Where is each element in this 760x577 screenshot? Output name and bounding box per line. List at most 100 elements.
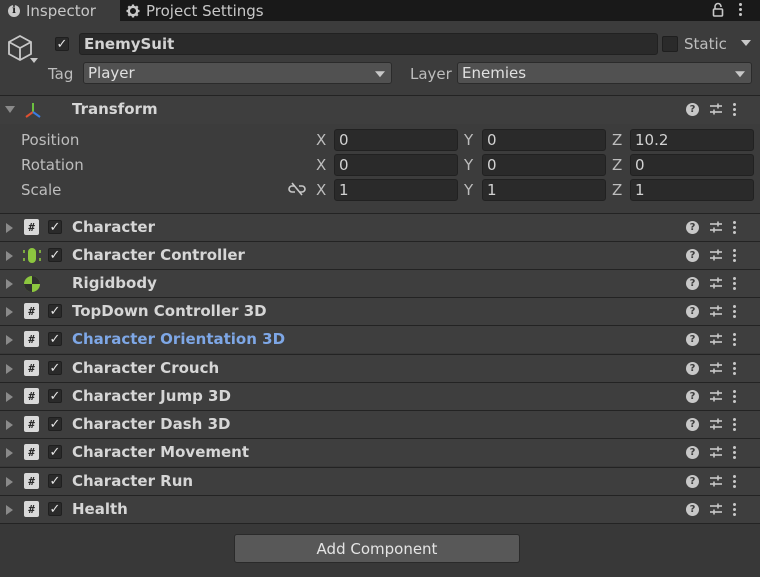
component-enabled-checkbox[interactable]: ✓ xyxy=(48,389,62,403)
component-menu-icon[interactable] xyxy=(733,361,736,375)
component-row-character-jump-3d[interactable]: # ✓ Character Jump 3D ? xyxy=(0,382,760,410)
component-menu-icon[interactable] xyxy=(733,102,736,116)
position-z-field[interactable]: 10.2 xyxy=(630,129,754,151)
presets-icon[interactable] xyxy=(709,102,723,116)
divider xyxy=(0,523,760,524)
component-enabled-checkbox[interactable]: ✓ xyxy=(48,220,62,234)
icon-dropdown-caret[interactable] xyxy=(30,58,38,63)
component-menu-icon[interactable] xyxy=(733,304,736,318)
component-row-health[interactable]: # ✓ Health ? xyxy=(0,495,760,523)
presets-icon[interactable] xyxy=(709,417,723,431)
help-icon[interactable]: ? xyxy=(686,248,699,262)
scale-x-field[interactable]: 1 xyxy=(334,179,458,201)
component-row-character-run[interactable]: # ✓ Character Run ? xyxy=(0,467,760,495)
tab-inspector[interactable]: i Inspector xyxy=(0,0,120,21)
component-enabled-checkbox[interactable]: ✓ xyxy=(48,502,62,516)
component-menu-icon[interactable] xyxy=(733,248,736,262)
script-icon: # xyxy=(24,388,39,404)
presets-icon[interactable] xyxy=(709,389,723,403)
component-menu-icon[interactable] xyxy=(733,276,736,290)
help-icon[interactable]: ? xyxy=(686,474,699,488)
expand-arrow-icon[interactable] xyxy=(6,420,13,430)
transform-controls: ? xyxy=(686,102,736,116)
static-dropdown-caret[interactable] xyxy=(741,40,751,46)
component-menu-icon[interactable] xyxy=(733,502,736,516)
component-enabled-checkbox[interactable]: ✓ xyxy=(48,332,62,346)
position-y-field[interactable]: 0 xyxy=(482,129,606,151)
component-row-character-orientation-3d[interactable]: # ✓ Character Orientation 3D ? xyxy=(0,325,760,353)
tab-project-settings[interactable]: Project Settings xyxy=(126,0,276,21)
expand-arrow-icon[interactable] xyxy=(5,106,15,113)
rigidbody-icon xyxy=(24,276,40,292)
rotation-x-field[interactable]: 0 xyxy=(334,154,458,176)
component-enabled-checkbox[interactable]: ✓ xyxy=(48,445,62,459)
help-icon[interactable]: ? xyxy=(686,389,699,403)
presets-icon[interactable] xyxy=(709,332,723,346)
help-icon[interactable]: ? xyxy=(686,445,699,459)
component-enabled-checkbox[interactable]: ✓ xyxy=(48,248,62,262)
rotation-z-field[interactable]: 0 xyxy=(630,154,754,176)
help-icon[interactable]: ? xyxy=(686,276,699,290)
presets-icon[interactable] xyxy=(709,474,723,488)
tag-dropdown[interactable]: Player xyxy=(83,62,392,84)
component-enabled-checkbox[interactable]: ✓ xyxy=(48,361,62,375)
expand-arrow-icon[interactable] xyxy=(6,251,13,261)
transform-title: Transform xyxy=(72,100,158,118)
presets-icon[interactable] xyxy=(709,276,723,290)
expand-arrow-icon[interactable] xyxy=(6,392,13,402)
expand-arrow-icon[interactable] xyxy=(6,448,13,458)
help-icon[interactable]: ? xyxy=(686,332,699,346)
component-row-character[interactable]: # ✓ Character ? xyxy=(0,213,760,241)
presets-icon[interactable] xyxy=(709,361,723,375)
component-menu-icon[interactable] xyxy=(733,417,736,431)
active-checkbox[interactable]: ✓ xyxy=(55,37,69,51)
tag-value: Player xyxy=(88,64,135,82)
presets-icon[interactable] xyxy=(709,304,723,318)
tab-menu-icon[interactable] xyxy=(739,3,742,16)
object-name-field[interactable]: EnemySuit xyxy=(79,33,658,55)
component-enabled-checkbox[interactable]: ✓ xyxy=(48,474,62,488)
position-x-field[interactable]: 0 xyxy=(334,129,458,151)
scale-z-field[interactable]: 1 xyxy=(630,179,754,201)
component-row-character-crouch[interactable]: # ✓ Character Crouch ? xyxy=(0,354,760,382)
presets-icon[interactable] xyxy=(709,220,723,234)
component-menu-icon[interactable] xyxy=(733,220,736,234)
help-icon[interactable]: ? xyxy=(686,361,699,375)
component-menu-icon[interactable] xyxy=(733,474,736,488)
static-checkbox[interactable] xyxy=(662,36,678,52)
layer-dropdown[interactable]: Enemies xyxy=(457,62,752,84)
help-icon[interactable]: ? xyxy=(686,102,699,116)
expand-arrow-icon[interactable] xyxy=(6,223,13,233)
component-menu-icon[interactable] xyxy=(733,389,736,403)
component-row-topdown-controller-3d[interactable]: # ✓ TopDown Controller 3D ? xyxy=(0,297,760,325)
expand-arrow-icon[interactable] xyxy=(6,477,13,487)
lock-icon[interactable] xyxy=(712,2,724,17)
unlinked-scale-icon[interactable] xyxy=(288,182,306,196)
character-controller-icon xyxy=(23,248,41,263)
component-row-character-dash-3d[interactable]: # ✓ Character Dash 3D ? xyxy=(0,410,760,438)
expand-arrow-icon[interactable] xyxy=(6,279,13,289)
expand-arrow-icon[interactable] xyxy=(6,364,13,374)
presets-icon[interactable] xyxy=(709,248,723,262)
component-enabled-checkbox[interactable]: ✓ xyxy=(48,304,62,318)
help-icon[interactable]: ? xyxy=(686,220,699,234)
component-row-character-movement[interactable]: # ✓ Character Movement ? xyxy=(0,438,760,466)
component-menu-icon[interactable] xyxy=(733,445,736,459)
component-enabled-checkbox[interactable]: ✓ xyxy=(48,417,62,431)
help-icon[interactable]: ? xyxy=(686,304,699,318)
presets-icon[interactable] xyxy=(709,445,723,459)
add-component-button[interactable]: Add Component xyxy=(234,534,520,563)
expand-arrow-icon[interactable] xyxy=(6,505,13,515)
presets-icon[interactable] xyxy=(709,502,723,516)
transform-header[interactable]: Transform ? xyxy=(0,95,760,124)
help-icon[interactable]: ? xyxy=(686,502,699,516)
script-icon: # xyxy=(24,331,39,347)
scale-y-field[interactable]: 1 xyxy=(482,179,606,201)
expand-arrow-icon[interactable] xyxy=(6,307,13,317)
rotation-y-field[interactable]: 0 xyxy=(482,154,606,176)
help-icon[interactable]: ? xyxy=(686,417,699,431)
component-menu-icon[interactable] xyxy=(733,332,736,346)
component-row-rigidbody[interactable]: Rigidbody ? xyxy=(0,269,760,297)
expand-arrow-icon[interactable] xyxy=(6,335,13,345)
component-row-character-controller[interactable]: ✓ Character Controller ? xyxy=(0,241,760,269)
